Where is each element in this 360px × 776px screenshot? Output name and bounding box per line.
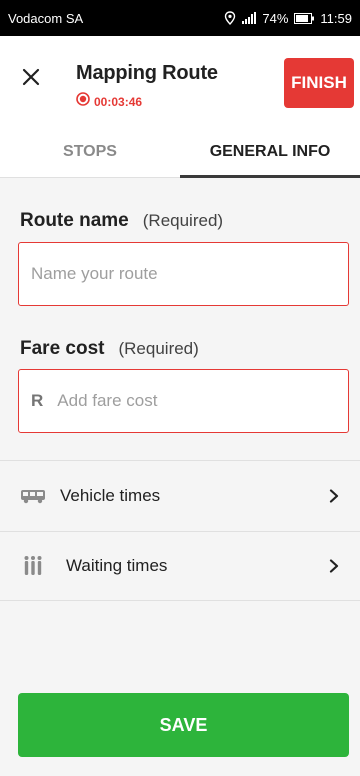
tab-stops[interactable]: STOPS — [0, 122, 180, 177]
chevron-right-icon — [324, 488, 344, 503]
route-name-input[interactable]: Name your route — [18, 242, 349, 306]
currency-prefix: R — [31, 391, 44, 410]
route-name-required: (Required) — [142, 211, 224, 230]
waiting-times-row[interactable]: Waiting times — [0, 531, 360, 601]
save-button[interactable]: SAVE — [18, 693, 349, 757]
fare-cost-input[interactable]: R Add fare cost — [18, 369, 349, 433]
fare-cost-label: Fare cost (Required) — [20, 338, 199, 360]
recording-timer: 00:03:46 — [94, 94, 143, 109]
vehicle-times-label: Vehicle times — [60, 485, 161, 505]
tab-general-info[interactable]: GENERAL INFO — [180, 122, 360, 178]
clock: 11:59 — [320, 10, 352, 26]
battery-level: 74% — [262, 10, 289, 26]
people-queue-icon — [18, 555, 48, 577]
vehicle-times-row[interactable]: Vehicle times — [0, 460, 360, 530]
route-name-placeholder: Name your route — [31, 264, 158, 283]
recording-indicator: 00:03:46 — [76, 92, 142, 111]
location-icon — [224, 11, 236, 25]
signal-icon — [242, 12, 257, 24]
app-bar: Mapping Route 00:03:46 FINISH — [0, 36, 360, 116]
battery-icon — [294, 12, 315, 24]
page-title: Mapping Route — [76, 62, 218, 84]
fare-cost-title: Fare cost — [20, 338, 105, 359]
fare-cost-placeholder: Add fare cost — [57, 391, 158, 410]
record-icon — [76, 92, 90, 111]
bus-icon — [18, 488, 48, 504]
status-bar: Vodacom SA 74% 11:59 — [0, 0, 360, 36]
fare-cost-required: (Required) — [118, 339, 199, 358]
route-name-title: Route name — [20, 210, 129, 231]
chevron-right-icon — [324, 559, 344, 573]
carrier-name: Vodacom SA — [8, 10, 84, 26]
finish-button[interactable]: FINISH — [284, 58, 354, 108]
tab-bar: STOPS GENERAL INFO — [0, 122, 360, 178]
close-button[interactable] — [14, 62, 48, 96]
status-icons: 74% 11:59 — [224, 11, 352, 26]
route-name-label: Route name (Required) — [20, 210, 223, 232]
close-icon — [22, 68, 40, 91]
waiting-times-label: Waiting times — [66, 556, 168, 575]
